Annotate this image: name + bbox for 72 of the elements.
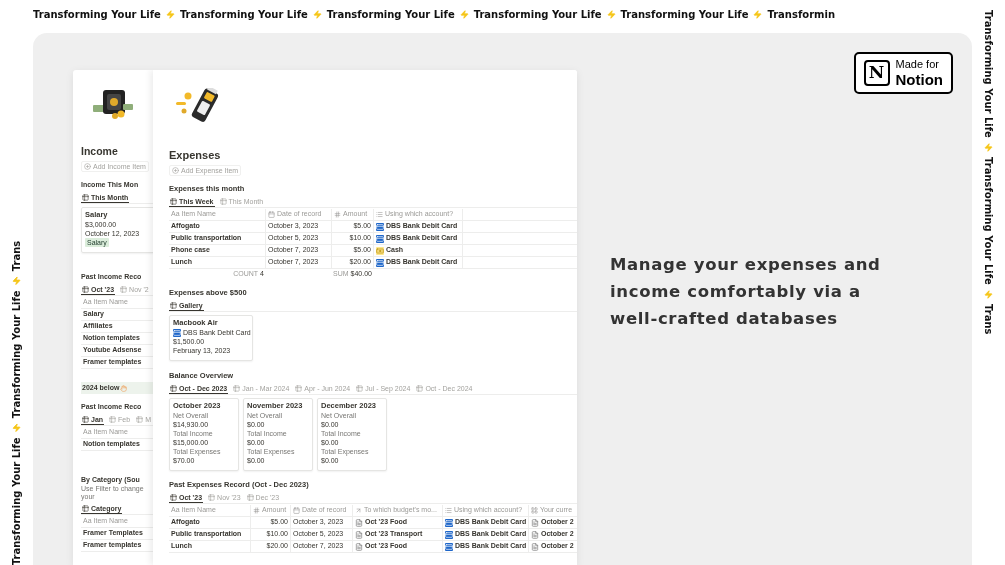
arrow-icon: [355, 507, 362, 514]
lightning-icon: [12, 423, 21, 433]
grid-icon: [531, 507, 538, 514]
marquee-text: Transforming Your Life: [10, 437, 23, 565]
headline: Manage your expenses and income comfortably via a well-crafted databases: [610, 254, 882, 330]
table-icon: [82, 415, 89, 423]
hash-icon: [253, 507, 260, 514]
card-icon: [376, 258, 384, 267]
marquee-text: Transforming Your Life: [982, 156, 995, 285]
lightning-icon: [12, 276, 21, 286]
table-icon: [82, 504, 89, 512]
lightning-icon: [606, 10, 616, 19]
card-icon: [445, 530, 453, 539]
table-icon: [208, 493, 216, 501]
plus-icon: [84, 163, 91, 170]
marquee-text: Transforming Your Life: [326, 8, 455, 22]
lightning-icon: [984, 142, 993, 152]
calendar-icon: [268, 211, 275, 218]
cash-icon: [376, 246, 384, 255]
card-icon: [445, 542, 453, 551]
plus-icon: [172, 167, 179, 174]
table-icon: [246, 493, 254, 501]
page-title: Income: [81, 145, 119, 158]
lightning-icon: [459, 10, 469, 19]
page-icon: [531, 518, 539, 527]
calendar-icon: [293, 507, 300, 514]
table-icon: [295, 384, 303, 392]
page-icon: [355, 530, 363, 539]
card-icon: [376, 222, 384, 231]
badge-subtitle: Made for: [895, 59, 940, 70]
page-icon: [531, 530, 539, 539]
lightning-icon: [984, 289, 993, 299]
table-icon: [170, 197, 177, 205]
table-icon: [233, 384, 241, 392]
lightning-icon: [753, 10, 763, 19]
marquee-text: Trans: [982, 303, 995, 335]
page-icon: [355, 542, 363, 551]
table-icon: [82, 193, 89, 201]
notion-logo: N: [863, 60, 890, 86]
card-icon: [376, 234, 384, 243]
card-icon: [445, 518, 453, 527]
page-icon: [531, 542, 539, 551]
table-icon: [170, 301, 177, 309]
lightning-icon: [312, 10, 322, 19]
marquee-text: Transforming Your Life: [33, 8, 161, 22]
marquee-text: Transforming Your Life: [10, 290, 23, 419]
list-icon: [445, 507, 452, 514]
badge-title: Notion: [895, 72, 943, 87]
table-icon: [82, 285, 89, 293]
marquee-text: Transforming Your Life: [620, 8, 749, 22]
marquee-text: Transforming Your Life: [473, 8, 602, 22]
marquee-text: Transforming Your Life: [179, 8, 308, 22]
table-icon: [136, 415, 144, 423]
marquee-text: Transforming Your Life: [982, 10, 995, 138]
lightning-icon: [165, 10, 175, 19]
page-title: Expenses: [169, 149, 222, 162]
marquee-text: Transformin: [767, 8, 836, 22]
table-icon: [416, 384, 424, 392]
table-icon: [219, 197, 227, 205]
table-icon: [170, 493, 177, 501]
hand-icon: [120, 384, 128, 392]
card-icon: [173, 328, 181, 337]
table-icon: [120, 285, 128, 293]
table-icon: [170, 384, 177, 392]
table-icon: [109, 415, 117, 423]
marquee-text: Trans: [10, 240, 23, 272]
card-terminal-drawing: [174, 88, 220, 124]
table-icon: [356, 384, 364, 392]
money-safe-drawing: [91, 88, 135, 120]
page-icon: [355, 518, 363, 527]
list-icon: [376, 211, 383, 218]
hash-icon: [334, 211, 341, 218]
